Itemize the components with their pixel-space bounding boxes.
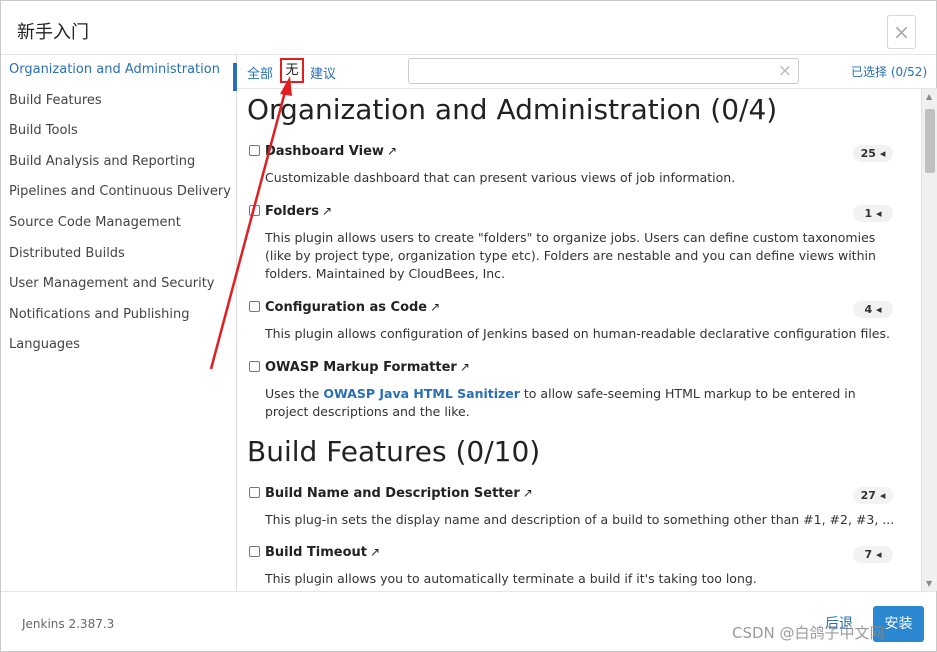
scroll-down-icon[interactable]: ▼ [926,579,932,588]
dependency-count-badge[interactable]: 27 ◂ [853,487,893,504]
dependency-count-badge[interactable]: 25 ◂ [853,145,893,162]
active-category-indicator [233,63,237,91]
external-link-icon[interactable]: ↗ [460,360,470,374]
plugin-panel: 全部 无 建议 × 已选择 (0/52) Organization and Ad… [233,55,937,591]
caret-left-icon: ◂ [875,303,882,316]
external-link-icon[interactable]: ↗ [387,144,397,158]
csdn-watermark: CSDN @白鸽子中文网 [732,624,885,642]
sidebar-item-build-features[interactable]: Build Features [1,86,236,117]
sidebar-item-build-analysis[interactable]: Build Analysis and Reporting [1,147,236,178]
external-link-icon[interactable]: ↗ [370,545,380,559]
plugin-header: Build Name and Description Setter ↗ [249,486,533,504]
dependency-count-badge[interactable]: 4 ◂ [853,301,893,318]
scrollbar-thumb[interactable] [925,109,935,173]
plugin-header: OWASP Markup Formatter ↗ [249,360,470,378]
sidebar-item-user-management[interactable]: User Management and Security [1,269,236,300]
owasp-sanitizer-link[interactable]: OWASP Java HTML Sanitizer [323,386,520,401]
plugin-header: Build Timeout ↗ [249,545,380,563]
plugin-description: This plugin allows users to create "fold… [265,230,876,281]
close-button[interactable]: × [887,15,916,49]
external-link-icon[interactable]: ↗ [430,300,440,314]
plugin-description: This plugin allows you to automatically … [265,571,757,586]
plugin-checkbox[interactable] [249,546,260,557]
sidebar-item-organization-administration[interactable]: Organization and Administration [1,55,236,86]
sidebar-item-notifications[interactable]: Notifications and Publishing [1,300,236,331]
plugin-list-scrollbar[interactable]: ▲ ▼ [921,89,937,591]
external-link-icon[interactable]: ↗ [523,486,533,500]
caret-left-icon: ◂ [879,147,886,160]
plugin-name: Build Timeout [265,545,367,560]
dialog-header: 新手入门 × [1,1,936,55]
selection-toolbar: 全部 无 建议 × 已选择 (0/52) [233,55,937,91]
dependency-count-badge[interactable]: 1 ◂ [853,205,893,222]
plugin-checkbox[interactable] [249,145,260,156]
caret-left-icon: ◂ [875,548,882,561]
sidebar-item-languages[interactable]: Languages [1,330,236,361]
category-sidebar: Organization and Administration Build Fe… [1,55,237,591]
plugin-description: This plugin allows configuration of Jenk… [265,326,890,341]
plugin-name: OWASP Markup Formatter [265,360,457,375]
sidebar-item-distributed-builds[interactable]: Distributed Builds [1,239,236,270]
caret-left-icon: ◂ [879,489,886,502]
plugin-search-input[interactable]: × [408,58,799,84]
select-none-link[interactable]: 无 [280,58,304,83]
plugin-header: Dashboard View ↗ [249,144,397,162]
plugin-name: Dashboard View [265,144,384,159]
plugin-description: Uses the OWASP Java HTML Sanitizer to al… [265,386,856,419]
plugin-description: Customizable dashboard that can present … [265,170,736,185]
setup-dialog: 新手入门 × Organization and Administration B… [0,0,937,652]
category-title: Build Features (0/10) [247,435,541,468]
dialog-title: 新手入门 [17,22,89,43]
plugin-description: This plug-in sets the display name and d… [265,512,895,527]
select-suggested-link[interactable]: 建议 [310,63,336,82]
plugin-name: Configuration as Code [265,300,428,315]
plugin-checkbox[interactable] [249,487,260,498]
external-link-icon[interactable]: ↗ [322,204,332,218]
plugin-name: Folders [265,204,320,219]
scroll-up-icon[interactable]: ▲ [926,92,932,101]
plugin-header: Configuration as Code ↗ [249,300,440,318]
plugin-checkbox[interactable] [249,205,260,216]
clear-search-icon[interactable]: × [778,61,792,81]
plugin-list: Organization and Administration (0/4) Da… [237,89,921,591]
dependency-count-badge[interactable]: 7 ◂ [853,546,893,563]
selected-count-link[interactable]: 已选择 (0/52) [851,63,927,80]
caret-left-icon: ◂ [875,207,882,220]
plugin-header: Folders ↗ [249,204,332,222]
sidebar-item-pipelines[interactable]: Pipelines and Continuous Delivery [1,177,236,208]
plugin-name: Build Name and Description Setter [265,486,520,501]
jenkins-version: Jenkins 2.387.3 [22,617,115,631]
sidebar-item-build-tools[interactable]: Build Tools [1,116,236,147]
sidebar-item-source-code[interactable]: Source Code Management [1,208,236,239]
select-all-link[interactable]: 全部 [247,63,273,82]
category-title: Organization and Administration (0/4) [247,93,778,126]
plugin-checkbox[interactable] [249,301,260,312]
plugin-checkbox[interactable] [249,361,260,372]
